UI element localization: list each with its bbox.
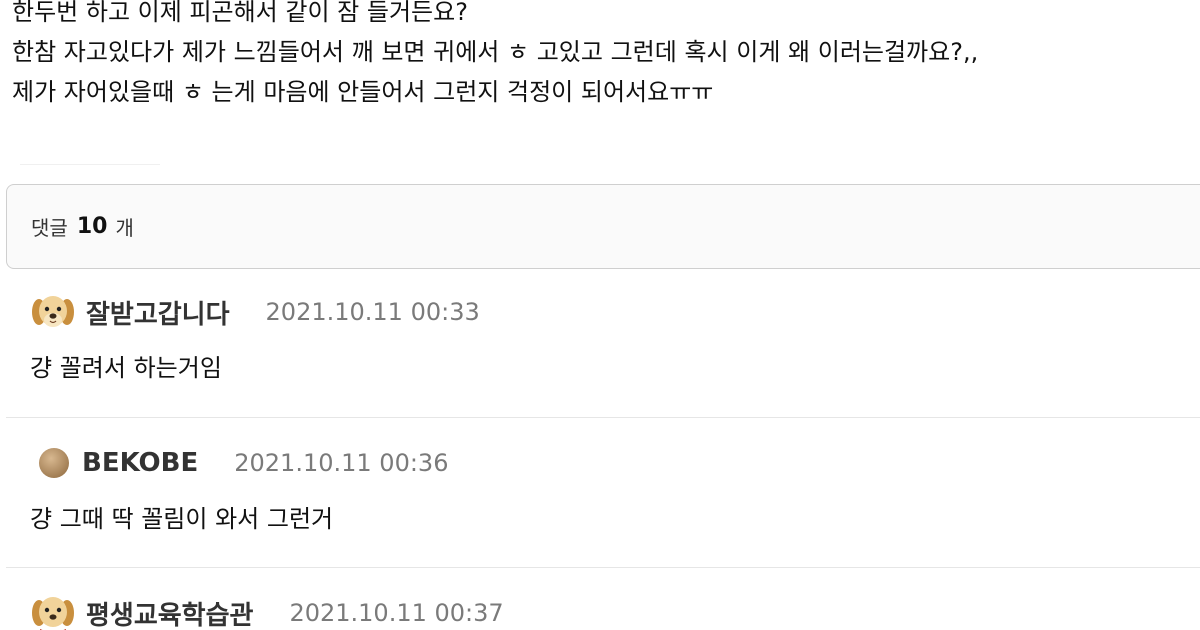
comment-author[interactable]: BEKOBE [82,448,198,478]
comments-count-header: 댓글 10 개 [6,184,1200,269]
comment-text: 걍 그때 딱 꼴림이 와서 그런거 [30,505,334,533]
brown-ball-icon[interactable] [34,441,74,485]
comment-header: BEKOBE 2021.10.11 00:36 [6,441,1200,485]
comments-label: 댓글 [31,216,68,240]
comment-separator [6,417,1200,418]
comment-header: 평생교육학습관 2021.10.11 00:37 [6,591,1200,630]
post-body: 한두번 하고 이제 피곤해서 같이 잠 들거든요? 한참 자고있다가 제가 느낌… [12,0,1197,112]
puppy-icon[interactable] [28,290,78,334]
comment-text: 걍 꼴려서 하는거임 [30,354,222,382]
post-line: 한두번 하고 이제 피곤해서 같이 잠 들거든요? [12,0,468,26]
comment-header: 잘받고갑니다 2021.10.11 00:33 [6,290,1200,334]
comment-separator [6,567,1200,568]
comment-timestamp: 2021.10.11 00:37 [289,599,504,627]
comment-item: 평생교육학습관 2021.10.11 00:37 [6,591,1200,630]
divider [20,164,160,165]
page: 한두번 하고 이제 피곤해서 같이 잠 들거든요? 한참 자고있다가 제가 느낌… [0,0,1200,630]
comment-timestamp: 2021.10.11 00:33 [265,298,480,326]
comments-count: 10 [76,214,108,239]
comment-author[interactable]: 평생교육학습관 [86,595,253,630]
comment-author[interactable]: 잘받고갑니다 [86,294,230,331]
comment-timestamp: 2021.10.11 00:36 [234,449,449,477]
comment-item: BEKOBE 2021.10.11 00:36 걍 그때 딱 꼴림이 와서 그런… [6,441,1200,539]
post-line: 제가 자어있을때 ㅎ 는게 마음에 안들어서 그런지 걱정이 되어서요ㅠㅠ [12,78,714,106]
puppy-icon[interactable] [28,591,78,630]
post-line: 한참 자고있다가 제가 느낌들어서 깨 보면 귀에서 ㅎ 고있고 그런데 혹시 … [12,38,979,66]
comments-count-unit: 개 [115,216,134,240]
comment-item: 잘받고갑니다 2021.10.11 00:33 걍 꼴려서 하는거임 [6,290,1200,388]
